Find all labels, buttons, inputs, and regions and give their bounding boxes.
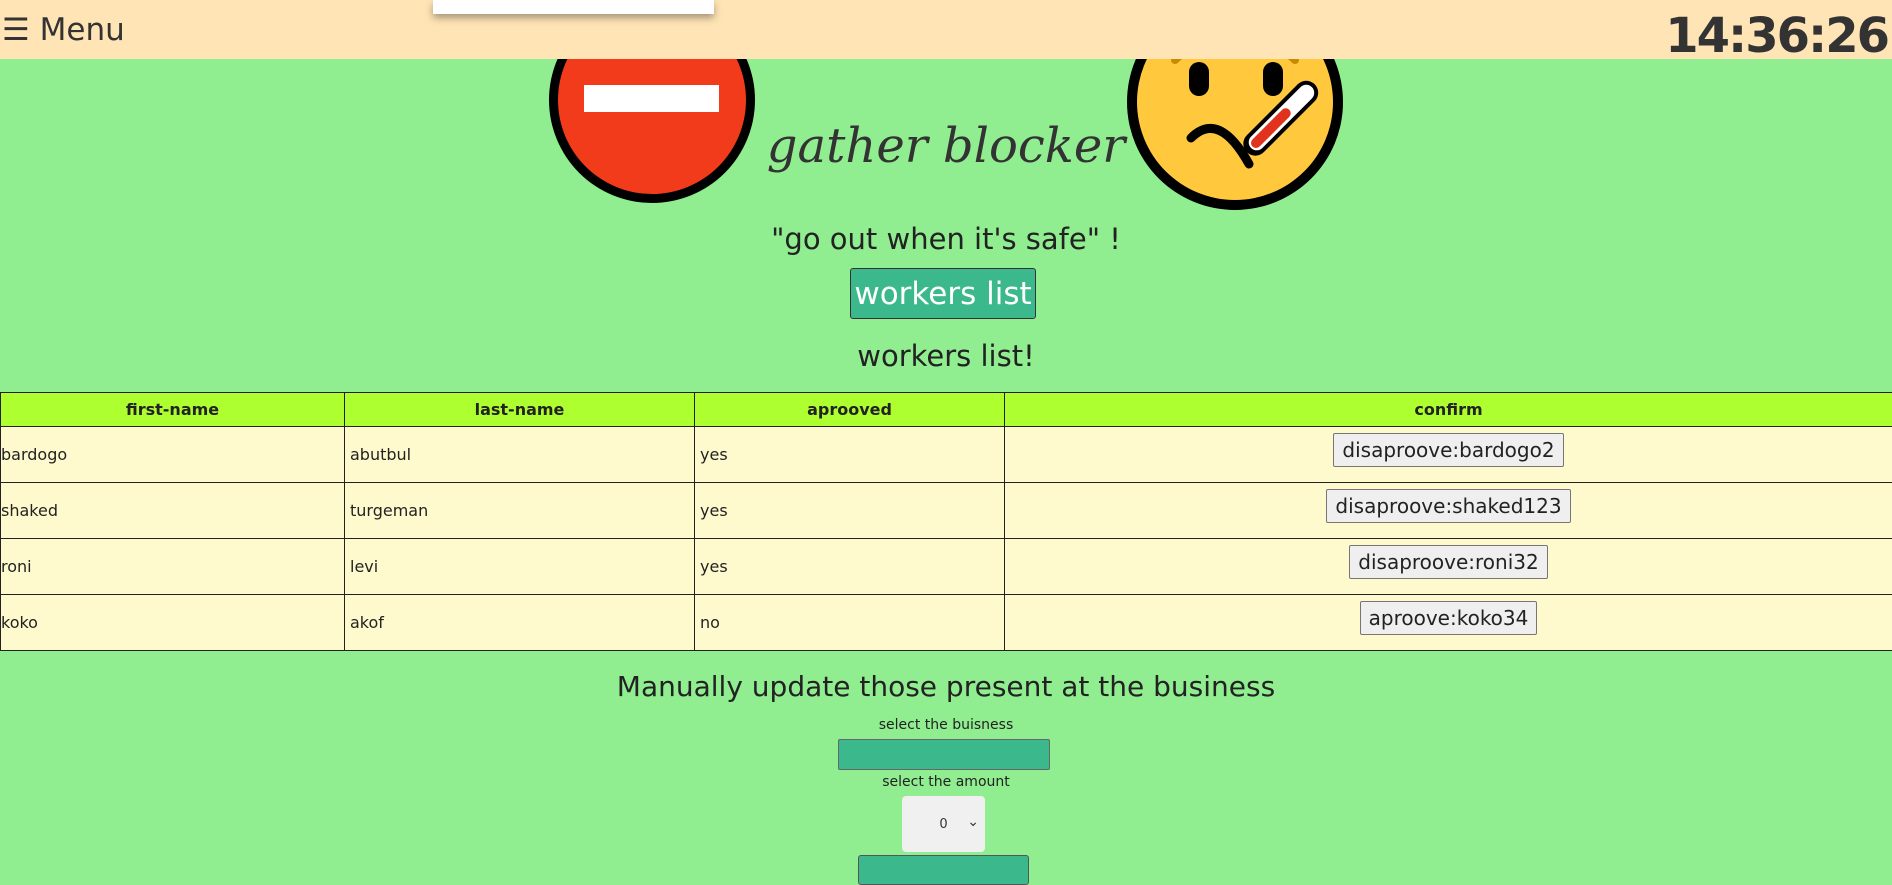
disapprove-button[interactable]: disaproove:shaked123 xyxy=(1326,489,1570,523)
first-name-cell: bardogo xyxy=(1,427,345,483)
confirm-cell: disaproove:roni32 xyxy=(1005,539,1892,595)
amount-value: 0 xyxy=(939,817,947,832)
last-name-cell: turgeman xyxy=(345,483,695,539)
business-select[interactable] xyxy=(838,739,1050,770)
approved-cell: yes xyxy=(695,539,1005,595)
column-header-approved: aprooved xyxy=(695,393,1005,427)
last-name-cell: akof xyxy=(345,595,695,651)
menu-button[interactable]: ☰ Menu xyxy=(2,12,125,48)
menu-label: Menu xyxy=(40,12,125,48)
top-bar: ☰ Menu 14:36:26 xyxy=(0,0,1892,59)
slogan: "go out when it's safe" ! xyxy=(0,222,1892,256)
column-header-confirm: confirm xyxy=(1005,393,1892,427)
clock: 14:36:26 xyxy=(1665,8,1888,64)
table-header-row: first-name last-name aprooved confirm xyxy=(1,393,1892,427)
page-title: gather blocker xyxy=(0,118,1892,174)
table-row: shaked turgeman yes disaproove:shaked123 xyxy=(1,483,1892,539)
business-label: select the buisness xyxy=(0,717,1892,733)
workers-list-button[interactable]: workers list xyxy=(850,268,1036,319)
workers-list-heading: workers list! xyxy=(0,339,1892,373)
approve-button[interactable]: aproove:koko34 xyxy=(1360,601,1538,635)
first-name-cell: koko xyxy=(1,595,345,651)
table-row: roni levi yes disaproove:roni32 xyxy=(1,539,1892,595)
confirm-cell: disaproove:bardogo2 xyxy=(1005,427,1892,483)
last-name-cell: abutbul xyxy=(345,427,695,483)
approved-cell: yes xyxy=(695,483,1005,539)
approved-cell: no xyxy=(695,595,1005,651)
column-header-last-name: last-name xyxy=(345,393,695,427)
workers-table: first-name last-name aprooved confirm ba… xyxy=(0,392,1892,651)
table-row: bardogo abutbul yes disaproove:bardogo2 xyxy=(1,427,1892,483)
chevron-down-icon: ⌄ xyxy=(967,814,979,830)
disapprove-button[interactable]: disaproove:roni32 xyxy=(1349,545,1547,579)
table-row: koko akof no aproove:koko34 xyxy=(1,595,1892,651)
approved-cell: yes xyxy=(695,427,1005,483)
first-name-cell: shaked xyxy=(1,483,345,539)
column-header-first-name: first-name xyxy=(1,393,345,427)
confirm-cell: aproove:koko34 xyxy=(1005,595,1892,651)
amount-select[interactable]: 0 ⌄ xyxy=(902,796,985,852)
submit-button[interactable] xyxy=(858,855,1029,885)
first-name-cell: roni xyxy=(1,539,345,595)
confirm-cell: disaproove:shaked123 xyxy=(1005,483,1892,539)
dropdown-panel xyxy=(433,0,714,14)
manual-update-heading: Manually update those present at the bus… xyxy=(0,670,1892,703)
amount-label: select the amount xyxy=(0,774,1892,790)
hamburger-icon: ☰ xyxy=(2,12,30,48)
disapprove-button[interactable]: disaproove:bardogo2 xyxy=(1333,433,1563,467)
last-name-cell: levi xyxy=(345,539,695,595)
